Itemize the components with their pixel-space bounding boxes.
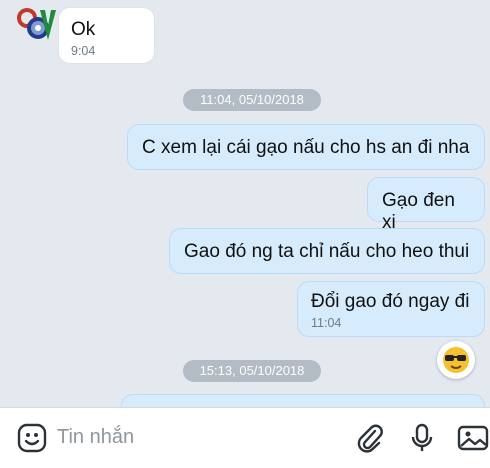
sender-avatar[interactable] (14, 6, 56, 44)
outgoing-message[interactable]: C xem lại cái gạo nấu cho hs an đi nha (127, 124, 485, 170)
outgoing-message[interactable]: Gao đó ng ta chỉ nấu cho heo thui (169, 228, 485, 274)
outgoing-message[interactable] (121, 394, 485, 407)
chat-area[interactable]: Ok 9:04 11:04, 05/10/2018 C xem lại cái … (0, 0, 490, 407)
message-text: Gạo đen xi (382, 190, 455, 233)
message-text: Ok (71, 19, 96, 40)
message-time: 11:04 (311, 316, 342, 330)
message-composer: Tin nhắn (0, 407, 490, 468)
microphone-icon[interactable] (406, 422, 438, 454)
date-separator: 15:13, 05/10/2018 (183, 360, 321, 382)
message-text: C xem lại cái gạo nấu cho hs an đi nha (142, 137, 470, 158)
cool-face-icon (443, 347, 469, 373)
message-input[interactable]: Tin nhắn (57, 426, 134, 449)
outgoing-message[interactable]: Gạo đen xi (367, 177, 485, 233)
sticker-face-icon[interactable] (16, 422, 48, 454)
date-separator: 11:04, 05/10/2018 (183, 89, 321, 111)
message-text: Đổi gao đó ngay đi (311, 291, 470, 312)
message-time: 9:04 (71, 44, 96, 58)
paperclip-icon[interactable] (354, 422, 386, 454)
image-icon[interactable] (457, 422, 489, 454)
reaction-button[interactable] (437, 341, 475, 379)
outgoing-message[interactable]: Đổi gao đó ngay đi 11:04 (297, 281, 485, 337)
incoming-message[interactable]: Ok 9:04 (58, 7, 155, 64)
message-text: Gao đó ng ta chỉ nấu cho heo thui (184, 241, 470, 262)
